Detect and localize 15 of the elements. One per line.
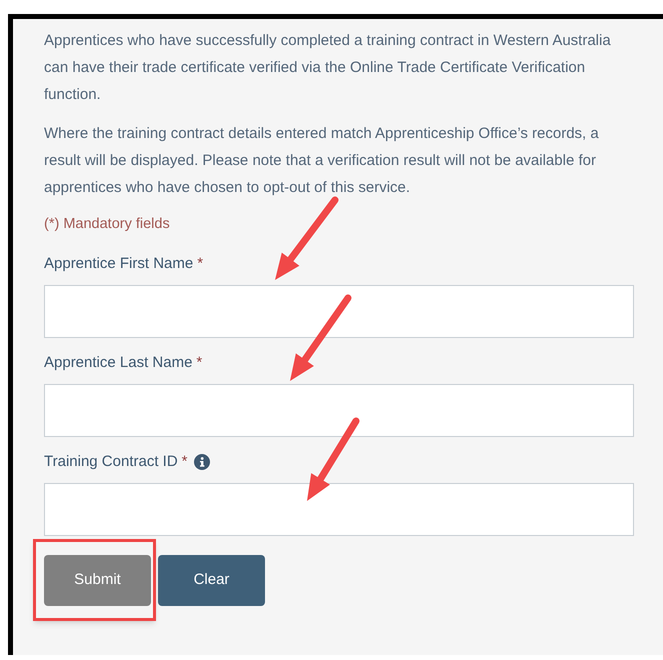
field-label: Apprentice Last Name (44, 352, 192, 373)
text-input[interactable] (44, 285, 634, 338)
mandatory-note: (*) Mandatory fields (44, 215, 171, 234)
submit-button[interactable]: Submit (44, 555, 151, 606)
intro-paragraph: Where the training contract details entered match Apprenticeship Office’s records, a result will be displayed. Please note that a verification result will not be available for apprentices who have chosen to opt-out of this service. (44, 124, 600, 198)
field-label: Apprentice First Name (44, 254, 194, 274)
required-mark: * (182, 452, 188, 472)
clear-button[interactable]: Clear (158, 555, 265, 606)
text-input[interactable] (44, 384, 634, 437)
field-label: Training Contract ID (44, 452, 178, 472)
info-icon[interactable] (194, 454, 210, 470)
intro-paragraph: Apprentices who have successfully completed a training contract in Western Australia can have their trade certificate verified via the Online Trade Certificate Verification function. (44, 31, 612, 105)
text-input[interactable] (44, 483, 634, 536)
required-mark: * (196, 352, 202, 373)
required-mark: * (197, 254, 204, 274)
